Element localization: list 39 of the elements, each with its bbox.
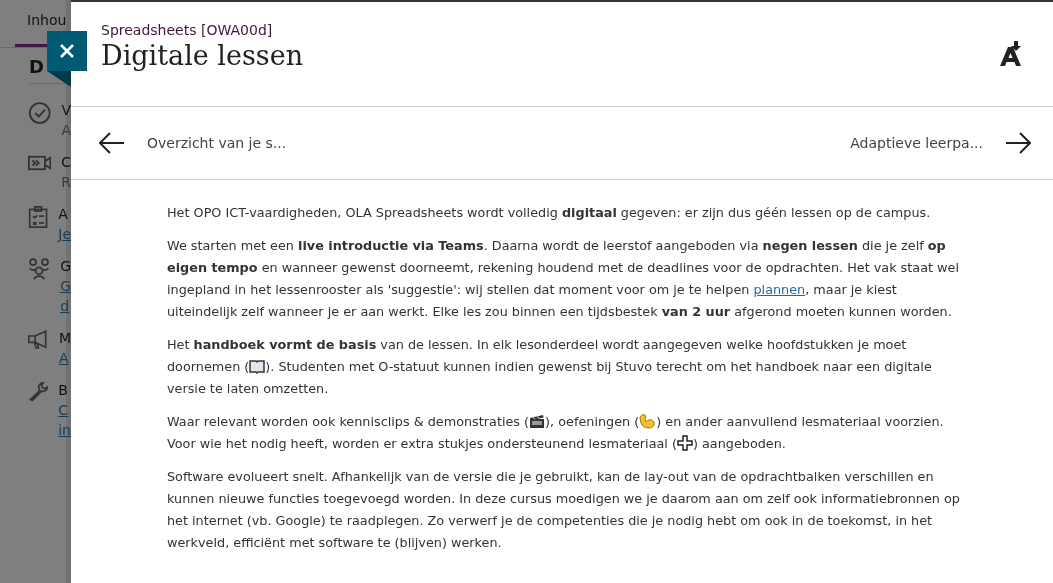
paragraph: Het handboek vormt de basis van de lessen. In elk lesonderdeel wordt aangegeven welke hoofdstukken je moet doornemen ( ). Studenten met O-statuut kunnen indien gewenst bij Stuvo terecht om het handboek naar een digitale versie te laten omzetten. — [167, 336, 933, 398]
alternative-formats-icon[interactable] — [997, 41, 1023, 67]
paragraph: Waar relevant worden ook kennisclips & demonstraties ( ), oefeningen ( ) en ander aanvullend lesmateriaal voorzien. Voor wie het nodig heeft, worden er extra stukjes ondersteunend lesmateriaal ( ) aangeboden. — [167, 412, 945, 453]
item-link[interactable]: G — [60, 276, 71, 296]
item-title: G — [60, 257, 71, 276]
page-title: Digitale lessen — [101, 40, 304, 71]
left-arrow-icon — [99, 132, 125, 154]
next-page-button[interactable]: Adaptieve leerpa... — [850, 132, 1031, 154]
item-link[interactable]: in — [58, 420, 71, 440]
paragraph: Het OPO ICT-vaardigheden, OLA Spreadsheets wordt volledig digitaal gegeven: er zijn dus géén lessen op de campus. — [167, 204, 932, 222]
clapperboard-icon — [529, 413, 546, 429]
people-icon — [28, 256, 51, 282]
clipboard-icon — [28, 204, 49, 230]
close-button[interactable] — [47, 31, 87, 71]
item-title: M — [58, 329, 71, 348]
ribbon-fold — [47, 71, 71, 87]
plus-icon — [676, 435, 693, 451]
paragraph: Software evolueert snelt. Afhankelijk van de versie die je gebruikt, kan de lay-out van de opdrachtbalken verschillen en kunnen nieuwe functies toegevoegd worden. In deze cursus moedigen we je daarom aan om zelf ook informatiebronnen op het internet (vb. Google) te raadplegen. Zo verwerf je de competenties die je nodig hebt om ook in de toekomst, in het werkveld, efficiënt met software te (blijven) werken. — [167, 468, 961, 552]
item-subtitle: A — [61, 121, 71, 140]
item-link[interactable]: A — [58, 348, 71, 368]
wrench-icon — [28, 380, 49, 404]
megaphone-icon — [28, 328, 49, 352]
check-circle-icon — [28, 100, 52, 126]
course-name: Spreadsheets [OWA00d] — [101, 22, 274, 38]
item-title: C — [61, 153, 71, 172]
item-subtitle: R — [61, 173, 71, 192]
paragraph: We starten met een live introductie via Teams. Daarna wordt de leerstof aangeboden via negen lessen die je zelf op eigen tempo en wanneer gewenst doorneemt, rekening houdend met de deadlines voor de opdrachten. Het vak staat wel ingepland in het lessenrooster als 'suggestie': wij stellen dat moment voor om je te helpen plannen, maar je kiest uiteindelijk zelf wanneer je er aan werkt. Elke les zou binnen een tijdsbestek van 2 uur afgerond moeten kunnen worden. — [167, 237, 960, 321]
right-arrow-icon — [1005, 132, 1031, 154]
item-title: B — [58, 381, 69, 400]
link[interactable]: plannen — [753, 282, 806, 297]
item-link[interactable]: d — [60, 296, 71, 316]
book-icon — [249, 359, 266, 374]
item-title: V — [61, 101, 71, 120]
flexed-arm-icon — [639, 413, 657, 429]
item-link[interactable]: C — [58, 400, 71, 420]
close-icon — [59, 43, 75, 59]
item-title: A — [58, 205, 69, 224]
item-link[interactable]: Je — [58, 224, 71, 244]
previous-page-button[interactable]: Overzicht van je s... — [99, 132, 287, 154]
